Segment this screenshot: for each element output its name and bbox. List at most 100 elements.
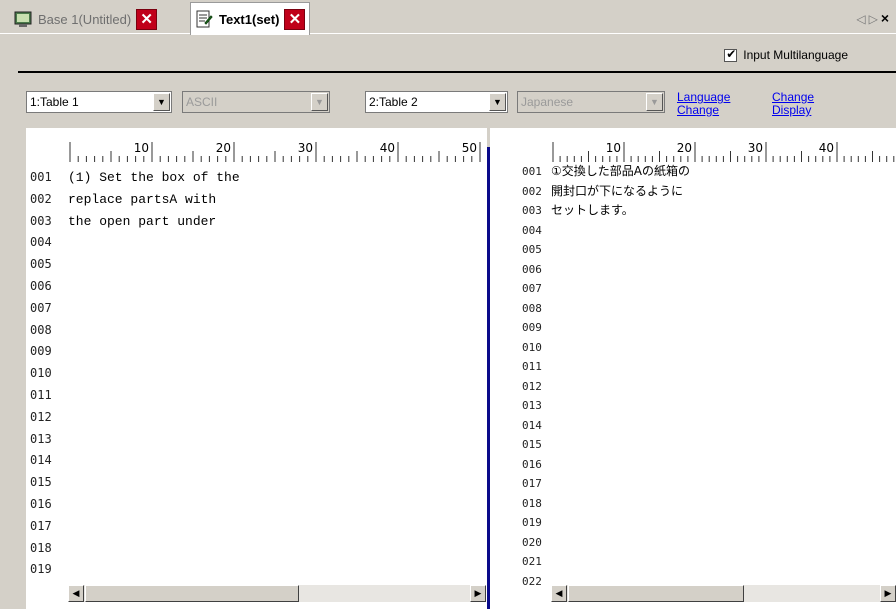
tab-text1-label: Text1(set) — [219, 11, 280, 27]
right-ruler-scale: 102030405 — [552, 141, 895, 162]
line-number: 013 — [522, 399, 542, 412]
chevron-down-icon[interactable]: ▼ — [153, 93, 170, 111]
line-number: 004 — [522, 223, 542, 237]
language-change-line2: Change — [677, 103, 720, 117]
chevron-down-icon[interactable]: ▼ — [489, 93, 506, 111]
line-number: 004 — [30, 235, 52, 250]
line-number: 017 — [30, 518, 52, 533]
tab-base1[interactable]: Base 1(Untitled) ✕ — [14, 4, 158, 34]
text-line: 開封口が下になるように — [551, 183, 684, 198]
screen-icon — [14, 10, 32, 28]
left-text-panel[interactable]: 10 20 30 40 50 001 002 003 004 005 006 007 008 009 01… — [26, 128, 489, 609]
ruler-label: 40 — [380, 141, 395, 155]
tab-scroll-right-icon[interactable]: ▷ — [869, 12, 881, 26]
left-scroll-thumb[interactable] — [85, 585, 299, 602]
right-scroll-thumb[interactable] — [568, 585, 744, 602]
left-horizontal-scrollbar[interactable]: ◀ ▶ — [68, 584, 486, 602]
scroll-left-icon[interactable]: ◀ — [551, 585, 567, 602]
line-number: 007 — [522, 282, 542, 295]
line-number: 002 — [522, 184, 542, 198]
line-number: 012 — [30, 409, 52, 424]
line-number: 014 — [522, 418, 542, 432]
right-line-numbers: 001 002 003 004 005 006 007 008 009 010 011 012 013 0… — [522, 162, 548, 591]
line-number: 020 — [522, 535, 542, 549]
line-number: 006 — [522, 262, 542, 276]
text-line: replace partsA with — [68, 191, 217, 207]
line-number: 012 — [522, 379, 542, 393]
change-display-link[interactable]: Change Display — [772, 91, 814, 117]
tab-scroll-left-icon[interactable]: ◁ — [856, 12, 868, 26]
right-horizontal-scrollbar[interactable]: ◀ ▶ — [551, 584, 896, 602]
text-line: (1) Set the box of the — [68, 170, 240, 185]
line-number: 006 — [30, 278, 52, 293]
change-display-line2: Display — [772, 103, 812, 117]
line-number: 015 — [522, 438, 542, 451]
left-text-content[interactable]: (1) Set the box of the replace partsA wit… — [68, 167, 478, 232]
left-ruler-scale: 10 20 30 40 50 — [69, 141, 489, 162]
input-multilanguage-label: Input Multilanguage — [743, 48, 848, 62]
line-number: 019 — [522, 516, 542, 529]
left-table-select[interactable]: 1:Table 1 ▼ — [26, 91, 172, 113]
tab-text1[interactable]: Text1(set) ✕ — [190, 2, 311, 35]
close-tab-base1-button[interactable]: ✕ — [136, 8, 158, 30]
line-number: 009 — [30, 344, 52, 359]
right-table-select[interactable]: 2:Table 2 ▼ — [365, 91, 508, 113]
line-number: 011 — [30, 387, 52, 402]
chevron-down-icon: ▼ — [646, 93, 663, 111]
line-number: 018 — [522, 496, 542, 510]
header-divider — [18, 71, 896, 73]
line-number: 016 — [30, 496, 52, 511]
language-change-link[interactable]: Language Change — [677, 91, 730, 117]
chevron-down-icon: ▼ — [311, 93, 328, 111]
ruler-label: 30 — [748, 141, 763, 155]
line-number: 010 — [522, 340, 542, 354]
ruler-label: 10 — [134, 141, 149, 155]
text-line: セットします。 — [551, 203, 634, 217]
line-number: 021 — [522, 555, 542, 568]
text-editor-window: Base 1(Untitled) ✕ Text1(set) ✕ ◁▷× Inpu… — [0, 0, 896, 609]
tab-bar: Base 1(Untitled) ✕ Text1(set) ✕ ◁▷× — [0, 0, 896, 35]
tab-base1-label: Base 1(Untitled) — [38, 11, 132, 27]
left-line-numbers: 001 002 003 004 005 006 007 008 009 010 011 012 013 0… — [30, 167, 66, 581]
text-line: ①交換した部品Aの紙箱の — [551, 164, 690, 178]
left-charset-value: ASCII — [186, 95, 218, 109]
input-multilanguage-option[interactable]: Input Multilanguage — [724, 47, 848, 62]
line-number: 022 — [522, 574, 542, 588]
scroll-left-icon[interactable]: ◀ — [68, 585, 84, 602]
scroll-right-icon[interactable]: ▶ — [470, 585, 486, 602]
line-number: 018 — [30, 540, 52, 555]
line-number: 015 — [30, 475, 52, 490]
line-number: 008 — [30, 322, 52, 337]
input-multilanguage-checkbox[interactable] — [724, 47, 738, 62]
line-number: 009 — [522, 321, 542, 334]
line-number: 014 — [30, 453, 52, 468]
right-table-value: 2:Table 2 — [369, 95, 418, 109]
ruler-label: 20 — [677, 141, 692, 155]
line-number: 001 — [30, 170, 52, 184]
line-number: 007 — [30, 300, 52, 315]
close-window-icon[interactable]: × — [881, 10, 892, 26]
line-number: 003 — [30, 213, 52, 228]
line-number: 002 — [30, 191, 52, 206]
left-charset-select: ASCII ▼ — [182, 91, 330, 113]
ruler-label: 50 — [462, 141, 477, 155]
close-tab-text1-button[interactable]: ✕ — [284, 8, 306, 30]
right-language-select: Japanese ▼ — [517, 91, 665, 113]
line-number: 005 — [30, 257, 52, 272]
right-language-value: Japanese — [521, 95, 574, 109]
tab-navigation: ◁▷× — [856, 10, 892, 26]
ruler-label: 10 — [606, 141, 621, 155]
text-line: the open part under — [68, 213, 217, 229]
line-number: 013 — [30, 431, 52, 446]
right-text-content[interactable]: ①交換した部品Aの紙箱の 開封口が下になるように セットします。 — [551, 162, 891, 221]
left-ruler: 10 20 30 40 50 — [68, 128, 489, 164]
line-number: 017 — [522, 477, 542, 490]
line-number: 001 — [522, 165, 542, 178]
left-table-value: 1:Table 1 — [30, 95, 79, 109]
line-number: 011 — [522, 360, 542, 373]
line-number: 008 — [522, 301, 542, 315]
scroll-right-icon[interactable]: ▶ — [880, 585, 896, 602]
ruler-label: 40 — [819, 141, 834, 155]
right-text-panel[interactable]: 102030405 001002003004005006007008009010… — [490, 128, 896, 609]
right-ruler: 102030405 — [551, 128, 896, 164]
